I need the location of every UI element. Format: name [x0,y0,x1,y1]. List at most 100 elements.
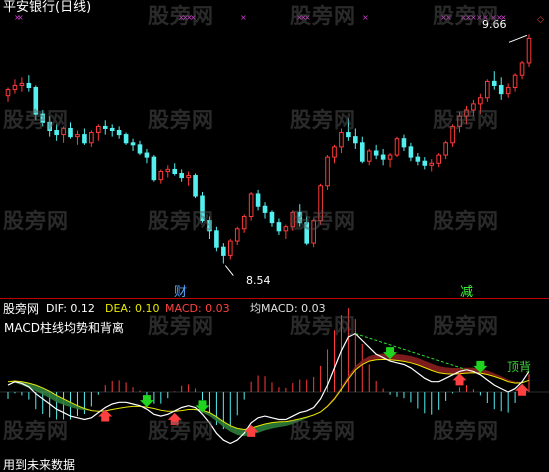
buy-signal-arrow [452,373,467,386]
candle-body [318,185,323,222]
indicator-name: 股旁网 [3,302,40,316]
candle-body [116,130,122,136]
candle-body [512,74,518,89]
candle-body [241,215,247,230]
candle-body [491,80,497,86]
future-data-note: 用到未来数据 [3,458,76,472]
candle-body [498,84,504,95]
candle-body [373,150,379,156]
candle-body [82,134,87,144]
top-marker: × [445,13,452,22]
candle-body [75,134,80,138]
candle-body [200,195,205,222]
candle-body [207,220,212,232]
candle-body [311,220,316,244]
high-price-label: 9.66 [482,18,507,31]
high-marker-arrow [508,34,528,43]
candle-body [346,132,351,138]
low-price-label: 8.54 [246,274,271,287]
candle-body [227,240,233,256]
candle-body [429,162,435,166]
candle-body [526,37,532,64]
candle-body [165,168,171,172]
candle-body [366,150,372,162]
candle-body [297,211,303,224]
macd-trend-band [313,353,529,416]
tag-cai: 财 [174,285,188,300]
top-divergence-label: 顶背 [507,360,532,374]
candle-body [332,146,337,158]
candle-body [408,146,414,158]
jun-macd-value: 均MACD: 0.03 [250,302,326,315]
candle-body [436,154,441,164]
candle-body [144,152,150,158]
candle-body [519,62,525,76]
dea-value: DEA: 0.10 [105,302,160,315]
candle-body [214,230,219,248]
candle-body [443,142,448,156]
candle-body [339,132,344,148]
candle-body [394,138,400,156]
candle-body [47,121,52,132]
candle-body [19,82,25,86]
candle-body [158,170,164,181]
candle-body [290,211,296,228]
candle-body [172,168,178,174]
candle-body [102,125,108,129]
dif-value: DIF: 0.12 [46,302,95,315]
chart-title: 平安银行(日线) [3,0,92,15]
candle-body [5,89,11,97]
tag-jian: 减 [460,285,474,300]
candle-body [478,97,483,105]
chart-canvas: ×× ×××× × ××× × ×× ××× × × × ×× ◇ [0,13,549,445]
top-diamond-marker: ◇ [537,15,544,25]
top-marker: × [190,13,197,22]
low-marker-arrow [224,265,234,276]
candle-body [54,130,59,136]
candle-body [221,246,226,256]
candle-body [276,222,282,232]
candle-body [61,127,66,136]
candle-body [137,144,143,154]
candle-body [464,109,469,117]
candle-body [130,142,136,146]
candle-body [422,160,428,166]
candle-body [325,156,330,187]
candle-body [471,103,476,111]
top-marker: × [304,13,311,22]
candle-body [109,127,115,132]
buy-signal-arrow [167,412,182,425]
candle-body [450,125,455,144]
candle-body [33,87,39,115]
candle-body [123,134,129,144]
candle-body [179,172,184,179]
candle-body [505,87,511,95]
candle-body [359,142,365,162]
candle-body [255,193,261,207]
candle-body [457,115,462,127]
candle-body [353,136,358,144]
top-marker: × [362,13,369,22]
candle-body [485,80,490,99]
candle-body [415,156,421,162]
candle-body [380,154,386,160]
candle-body [387,154,393,160]
buy-signal-arrow [515,383,530,396]
candle-body [186,175,191,179]
candle-body [151,156,157,181]
candle-body [193,175,198,197]
candle-body [89,132,94,144]
indicator-subtitle: MACD柱线均势和背离 [4,321,124,335]
candle-body [283,226,289,232]
macd-value: MACD: 0.03 [165,302,230,315]
candle-body [68,127,73,138]
candle-body [40,113,46,123]
candle-body [234,228,240,242]
candle-body [304,222,310,244]
candle-body [12,84,18,91]
candle-body [401,138,407,148]
divergence-line [355,333,467,371]
candle-body [262,205,268,213]
candle-body [248,193,254,217]
candle-body [96,125,101,134]
